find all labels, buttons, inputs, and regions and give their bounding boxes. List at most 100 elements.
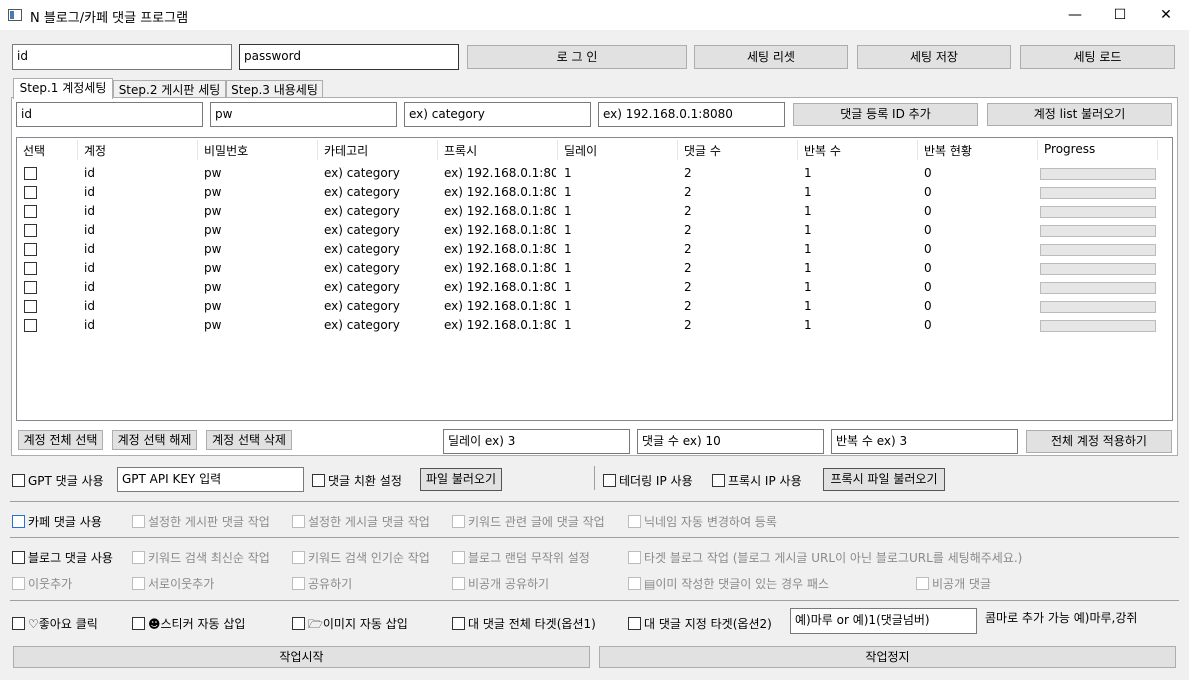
like-click-checkbox[interactable]: ♡좋아요 클릭 [12, 615, 98, 632]
checkbox-icon [916, 577, 929, 590]
column-header-delay[interactable]: 딜레이 [564, 142, 597, 159]
divider [10, 501, 1179, 502]
column-header-comments[interactable]: 댓글 수 [684, 142, 721, 159]
row-select-checkbox[interactable] [24, 224, 37, 237]
file-load-button[interactable]: 파일 불러오기 [420, 468, 502, 491]
stop-job-button[interactable]: 작업정지 [599, 646, 1176, 668]
table-row[interactable]: id pw ex) category ex) 192.168.0.1:80... 1 2 1… [17, 222, 1172, 241]
login-id-input[interactable]: id [12, 44, 232, 70]
cell-category: ex) category [324, 318, 400, 332]
checkbox-icon [452, 577, 465, 590]
cell-account: id [84, 223, 95, 237]
checkbox-icon [292, 617, 305, 630]
tab-account-settings[interactable]: Step.1 계정세팅 [13, 78, 113, 99]
table-row[interactable]: id pw ex) category ex) 192.168.0.1:80... 1 2 1… [17, 241, 1172, 260]
account-table[interactable]: 선택 계정 비밀번호 카테고리 프록시 딜레이 댓글 수 반복 수 반복 현황 … [16, 137, 1173, 421]
checkbox-icon [452, 515, 465, 528]
mutual-neighbor-checkbox[interactable]: 서로이웃추가 [132, 575, 214, 592]
cell-proxy: ex) 192.168.0.1:80... [444, 261, 556, 275]
cell-repeat: 1 [804, 280, 812, 294]
row-select-checkbox[interactable] [24, 167, 37, 180]
row-select-checkbox[interactable] [24, 262, 37, 275]
reply-target-input[interactable]: 예)마루 or 예)1(댓글넘버) [790, 608, 977, 634]
cafe-post-checkbox[interactable]: 설정한 게시글 댓글 작업 [292, 513, 430, 530]
proxy-ip-checkbox[interactable]: 프록시 IP 사용 [712, 472, 802, 489]
settings-reset-button[interactable]: 세팅 리셋 [694, 45, 848, 69]
cell-repeat: 1 [804, 299, 812, 313]
image-insert-checkbox[interactable]: 🗁이미지 자동 삽입 [292, 615, 408, 636]
blog-latest-checkbox[interactable]: 키워드 검색 최신순 작업 [132, 549, 270, 566]
cell-comments: 2 [684, 166, 692, 180]
neighbor-add-checkbox[interactable]: 이웃추가 [12, 575, 72, 592]
sticker-insert-checkbox[interactable]: ☻스티커 자동 삽입 [132, 615, 245, 632]
table-row[interactable]: id pw ex) category ex) 192.168.0.1:80... 1 2 1… [17, 298, 1172, 317]
column-header-select[interactable]: 선택 [23, 142, 45, 159]
cafe-board-checkbox[interactable]: 설정한 게시판 댓글 작업 [132, 513, 270, 530]
column-header-repeat-status[interactable]: 반복 현황 [924, 142, 972, 159]
login-button[interactable]: 로 그 인 [467, 45, 687, 69]
start-job-button[interactable]: 작업시작 [13, 646, 590, 668]
settings-load-button[interactable]: 세팅 로드 [1020, 45, 1175, 69]
column-header-repeat[interactable]: 반복 수 [804, 142, 841, 159]
skip-commented-checkbox[interactable]: ▤이미 작성한 댓글이 있는 경우 패스 [628, 575, 829, 592]
category-input[interactable]: ex) category [404, 102, 591, 127]
column-header-account[interactable]: 계정 [84, 142, 106, 159]
blog-target-checkbox[interactable]: 타겟 블로그 작업 (블로그 게시글 URL이 아닌 블로그URL를 세팅해주세… [628, 549, 1022, 566]
column-header-category[interactable]: 카테고리 [324, 142, 368, 159]
proxy-input[interactable]: ex) 192.168.0.1:8080 [598, 102, 785, 127]
add-comment-id-button[interactable]: 댓글 등록 ID 추가 [793, 103, 978, 126]
private-share-checkbox[interactable]: 비공개 공유하기 [452, 575, 549, 592]
account-pw-input[interactable]: pw [210, 102, 397, 127]
account-id-input[interactable]: id [16, 102, 203, 127]
table-row[interactable]: id pw ex) category ex) 192.168.0.1:80... 1 2 1… [17, 165, 1172, 184]
close-icon[interactable]: ✕ [1143, 0, 1189, 30]
cafe-comment-checkbox[interactable]: 카페 댓글 사용 [12, 513, 102, 530]
gpt-comment-checkbox[interactable]: GPT 댓글 사용 [12, 472, 104, 489]
blog-popular-checkbox[interactable]: 키워드 검색 인기순 작업 [292, 549, 430, 566]
maximize-icon[interactable]: ☐ [1097, 0, 1143, 30]
tethering-ip-checkbox[interactable]: 테더링 IP 사용 [603, 472, 693, 489]
table-row[interactable]: id pw ex) category ex) 192.168.0.1:80... 1 2 1… [17, 203, 1172, 222]
cafe-post-label: 설정한 게시글 댓글 작업 [308, 515, 430, 529]
blog-target-label: 타겟 블로그 작업 (블로그 게시글 URL이 아닌 블로그URL를 세팅해주세… [644, 551, 1023, 565]
table-row[interactable]: id pw ex) category ex) 192.168.0.1:80... 1 2 1… [17, 260, 1172, 279]
comment-replace-checkbox[interactable]: 댓글 치환 설정 [312, 472, 402, 489]
blog-comment-checkbox[interactable]: 블로그 댓글 사용 [12, 549, 113, 566]
reply-specific-target-checkbox[interactable]: 대 댓글 지정 타겟(옵션2) [628, 615, 772, 632]
cafe-nickname-checkbox[interactable]: 닉네임 자동 변경하여 등록 [628, 513, 777, 530]
minimize-icon[interactable]: — [1052, 0, 1098, 30]
row-select-checkbox[interactable] [24, 281, 37, 294]
column-header-proxy[interactable]: 프록시 [444, 142, 477, 159]
table-row[interactable]: id pw ex) category ex) 192.168.0.1:80... 1 2 1… [17, 279, 1172, 298]
row-select-checkbox[interactable] [24, 186, 37, 199]
table-row[interactable]: id pw ex) category ex) 192.168.0.1:80... 1 2 1… [17, 317, 1172, 336]
apply-all-accounts-button[interactable]: 전체 계정 적용하기 [1026, 430, 1172, 453]
login-password-input[interactable]: password [239, 44, 459, 70]
comment-count-input[interactable]: 댓글 수 ex) 10 [637, 429, 824, 454]
column-divider [677, 140, 678, 160]
cell-repeat: 1 [804, 204, 812, 218]
row-select-checkbox[interactable] [24, 319, 37, 332]
private-comment-checkbox[interactable]: 비공개 댓글 [916, 575, 991, 592]
gpt-api-key-input[interactable]: GPT API KEY 입력 [117, 467, 304, 492]
column-header-progress[interactable]: Progress [1044, 142, 1095, 156]
load-account-list-button[interactable]: 계정 list 불러오기 [987, 103, 1172, 126]
blog-random-checkbox[interactable]: 블로그 랜덤 무작위 설정 [452, 549, 590, 566]
deselect-accounts-button[interactable]: 계정 선택 해제 [112, 430, 197, 450]
repeat-count-input[interactable]: 반복 수 ex) 3 [831, 429, 1018, 454]
reply-all-target-checkbox[interactable]: 대 댓글 전체 타겟(옵션1) [452, 615, 596, 632]
select-all-accounts-button[interactable]: 계정 전체 선택 [18, 430, 103, 450]
row-select-checkbox[interactable] [24, 205, 37, 218]
row-select-checkbox[interactable] [24, 300, 37, 313]
share-checkbox[interactable]: 공유하기 [292, 575, 352, 592]
proxy-file-load-button[interactable]: 프록시 파일 불러오기 [823, 468, 945, 491]
tab-content-settings[interactable]: Step.3 내용세팅 [226, 80, 323, 98]
row-select-checkbox[interactable] [24, 243, 37, 256]
column-header-password[interactable]: 비밀번호 [204, 142, 248, 159]
cafe-keyword-checkbox[interactable]: 키워드 관련 글에 댓글 작업 [452, 513, 605, 530]
table-row[interactable]: id pw ex) category ex) 192.168.0.1:80... 1 2 1… [17, 184, 1172, 203]
settings-save-button[interactable]: 세팅 저장 [857, 45, 1011, 69]
delay-input[interactable]: 딜레이 ex) 3 [443, 429, 630, 454]
delete-accounts-button[interactable]: 계정 선택 삭제 [206, 430, 292, 450]
tab-board-settings[interactable]: Step.2 게시판 세팅 [113, 80, 226, 98]
